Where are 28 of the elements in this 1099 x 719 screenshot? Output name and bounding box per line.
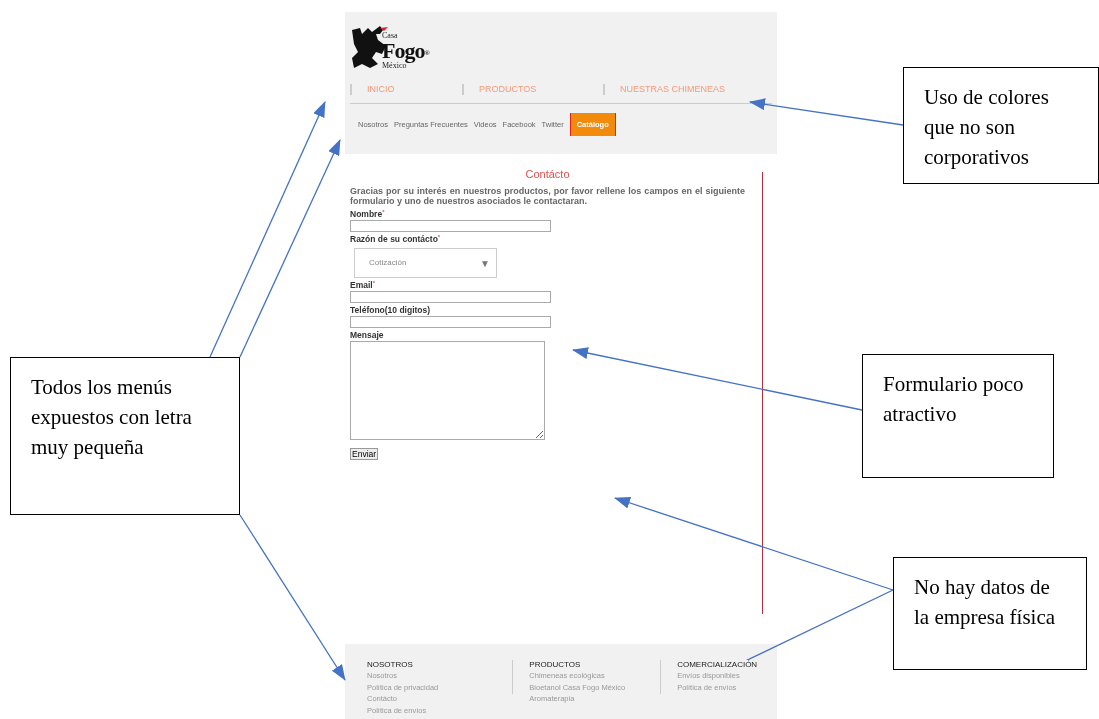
input-field[interactable]	[350, 316, 551, 329]
logo-subtitle: México	[382, 62, 407, 70]
field-label: Teléfono(10 digitos)	[350, 305, 432, 316]
dropdown[interactable]: Cotización ▼	[354, 248, 497, 279]
dropdown-value: Cotización	[369, 257, 407, 270]
footer-heading: COMERCIALIZACIÓN	[677, 660, 758, 670]
page-title: Contácto	[524, 168, 571, 182]
footer-heading: PRODUCTOS	[529, 660, 581, 670]
logo-wordmark: Fogo$^{®}$	[382, 40, 429, 62]
field-label: Email$^{*}$	[350, 280, 377, 291]
field-label: Razón de su contácto$^{*}$	[350, 234, 442, 245]
caret-icon: ▼	[480, 255, 490, 271]
logo-subtitle: Casa	[382, 32, 399, 40]
input-field[interactable]	[350, 220, 551, 233]
nav-link[interactable]: NUESTRAS CHIMENEAS	[603, 84, 753, 95]
footer-heading: NOSOTROS	[367, 660, 413, 670]
field-label: Mensaje	[350, 330, 385, 341]
nav-link[interactable]: PRODUCTOS	[462, 84, 603, 95]
submit-button[interactable]: Enviar	[350, 448, 379, 461]
callout-text: Formulario poco atractivo	[862, 354, 1054, 478]
field-label: Nombre$^{*}$	[350, 209, 386, 220]
callout-text: Uso de colores que no son corporativos	[903, 67, 1099, 184]
nav-link[interactable]: INICIO	[350, 84, 462, 95]
message-field[interactable]	[350, 341, 545, 441]
input-field[interactable]	[350, 291, 551, 304]
intro-text: Gracias por su interés en nuestros productos, por favor rellene los campos en el siguiente formulario y uno de nuestros asociados le contactaran.	[350, 186, 745, 207]
callout-text: No hay datos de la empresa física	[893, 557, 1087, 670]
callout-text: Todos los menús expuestos con letra muy pequeña	[10, 357, 240, 515]
